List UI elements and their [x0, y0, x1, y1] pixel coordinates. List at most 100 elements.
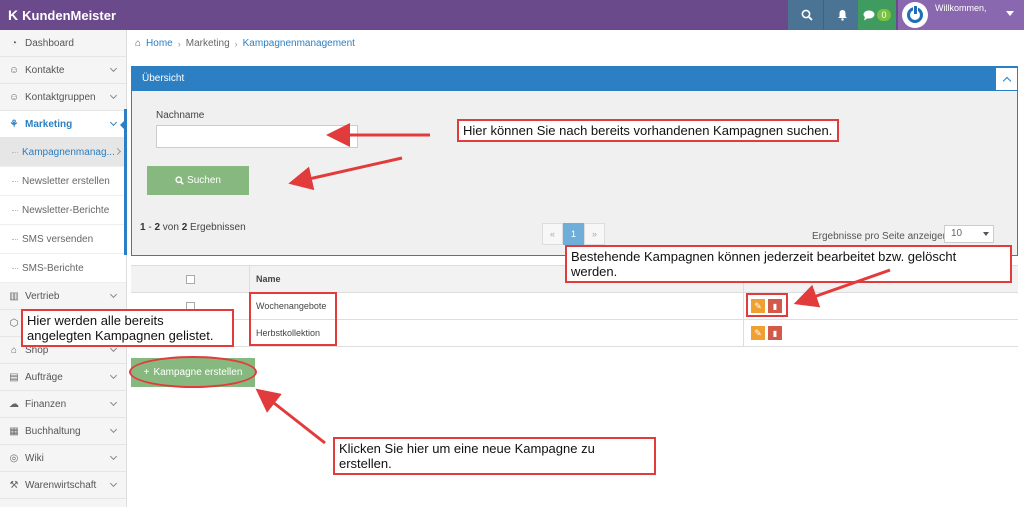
sidebar-subitem-newsletter-erstellen[interactable]: Newsletter erstellen: [0, 167, 126, 196]
collapse-button[interactable]: [995, 68, 1017, 90]
sidebar-item-label: Warenwirtschaft: [25, 479, 97, 491]
contacts-icon: ☺: [8, 64, 20, 76]
sidebar-item-auftraege[interactable]: ▤ Aufträge: [0, 364, 126, 391]
chevron-down-icon: [109, 452, 118, 461]
sidebar-subitem-kampagnenmanagement[interactable]: Kampagnenmanag...: [0, 138, 126, 167]
sidebar: ◔ Dashboard ☺ Kontakte ☺ Kontaktgruppen …: [0, 30, 127, 507]
sidebar-item-label: Vertrieb: [25, 290, 60, 302]
annotation-edit-hint: Bestehende Kampagnen können jederzeit be…: [565, 245, 1012, 283]
sidebar-item-warenwirtschaft[interactable]: ⚒ Warenwirtschaft: [0, 472, 126, 499]
per-page-value: 10: [951, 228, 963, 239]
results-from: 1: [140, 222, 146, 233]
orders-icon: ▤: [9, 371, 19, 383]
notifications-button[interactable]: [823, 0, 861, 30]
breadcrumb-marketing[interactable]: Marketing: [186, 38, 230, 49]
search-icon: [175, 176, 184, 185]
user-menu[interactable]: Willkommen,: [898, 0, 1024, 30]
sidebar-item-finanzen[interactable]: ☁ Finanzen: [0, 391, 126, 418]
sidebar-item-label: Wiki: [25, 452, 44, 464]
highlight-create-button: [129, 356, 257, 388]
sidebar-item-label: Finanzen: [25, 398, 67, 410]
sidebar-item-marketing[interactable]: ⚘ Marketing: [0, 111, 127, 138]
delete-button[interactable]: ▮: [768, 326, 782, 340]
select-all-cell: [131, 266, 250, 292]
sidebar-subitem-newsletter-berichte[interactable]: Newsletter-Berichte: [0, 196, 126, 225]
arrow-to-create-button: [255, 388, 326, 445]
tag-icon: ⌂: [10, 344, 18, 356]
panel-title: Übersicht: [142, 73, 185, 84]
overview-panel: Übersicht Nachname Suchen 1 - 2 von 2 Er…: [131, 66, 1018, 256]
chevron-down-icon: [109, 118, 118, 127]
bell-icon: [838, 10, 847, 21]
search-button[interactable]: [788, 0, 826, 30]
lastname-input[interactable]: [156, 125, 358, 148]
home-icon: ⌂: [135, 38, 142, 49]
chevron-right-icon: [113, 147, 122, 156]
sidebar-item-vertrieb[interactable]: ▥ Vertrieb: [0, 283, 126, 310]
welcome-text: Willkommen,: [935, 3, 987, 13]
search-submit-label: Suchen: [187, 175, 221, 186]
brand-logo[interactable]: K KundenMeister: [8, 7, 116, 23]
dashboard-icon: ◔: [10, 37, 18, 49]
chevron-down-icon: [109, 398, 118, 407]
trash-icon: ▮: [772, 328, 778, 338]
brand-k-icon: K: [8, 7, 19, 23]
sidebar-subitem-sms-berichte[interactable]: SMS-Berichte: [0, 254, 126, 283]
sidebar-item-wiki[interactable]: ◎ Wiki: [0, 445, 126, 472]
search-submit-button[interactable]: Suchen: [147, 166, 249, 195]
annotation-list-hint: Hier werden alle bereits angelegten Kamp…: [21, 309, 234, 347]
results-total: 2: [181, 222, 188, 233]
sidebar-subitem-label: SMS versenden: [22, 233, 94, 245]
chevron-down-icon: [109, 290, 118, 299]
select-all-checkbox[interactable]: [185, 274, 195, 284]
chevron-up-icon: [1002, 76, 1011, 85]
breadcrumb: ⌂ Home › Marketing › Kampagnenmanagement: [135, 38, 355, 49]
sidebar-subitem-sms-versenden[interactable]: SMS versenden: [0, 225, 126, 254]
sidebar-item-buchhaltung[interactable]: ▦ Buchhaltung: [0, 418, 126, 445]
annotation-search-hint: Hier können Sie nach bereits vorhandenen…: [457, 119, 839, 142]
edit-button[interactable]: ✎: [751, 326, 765, 340]
dropdown-arrow-icon: [983, 232, 989, 236]
sidebar-item-kontaktgruppen[interactable]: ☺ Kontaktgruppen: [0, 84, 126, 111]
pencil-icon: ✎: [754, 327, 762, 338]
pagination-prev[interactable]: «: [542, 223, 563, 245]
breadcrumb-current: Kampagnenmanagement: [242, 38, 355, 49]
pagination-page-1[interactable]: 1: [563, 223, 584, 245]
sidebar-item-kontakte[interactable]: ☺ Kontakte: [0, 57, 126, 84]
sidebar-item-label: Aufträge: [25, 371, 63, 383]
chevron-down-icon: [109, 479, 118, 488]
results-to: 2: [154, 222, 161, 233]
messages-button[interactable]: 0: [858, 0, 896, 30]
sidebar-item-label: Kontakte: [25, 64, 65, 76]
finance-icon: ☁: [9, 398, 19, 410]
search-icon: [801, 9, 813, 21]
caret-down-icon: [1006, 11, 1014, 16]
results-suffix: Ergebnissen: [190, 222, 246, 233]
pagination-next[interactable]: »: [584, 223, 605, 245]
per-page-label: Ergebnisse pro Seite anzeigen: [812, 231, 949, 242]
breadcrumb-home[interactable]: Home: [146, 38, 173, 49]
sidebar-item-label: Dashboard: [25, 37, 74, 49]
sales-icon: ▥: [9, 290, 19, 302]
messages-count-badge: 0: [877, 9, 891, 21]
results-of: von: [162, 222, 179, 233]
breadcrumb-separator-icon: ›: [234, 38, 238, 49]
chevron-down-icon: [109, 91, 118, 100]
sidebar-subitem-label: Newsletter erstellen: [22, 175, 110, 187]
power-icon: [902, 2, 928, 28]
highlight-campaign-names: [249, 292, 337, 346]
inventory-icon: ⚒: [9, 479, 19, 491]
panel-header: Übersicht: [132, 67, 1017, 91]
per-page-select[interactable]: 10: [944, 225, 994, 243]
annotation-create-hint: Klicken Sie hier um eine neue Kampagne z…: [333, 437, 656, 475]
sidebar-item-dashboard[interactable]: ◔ Dashboard: [0, 30, 126, 57]
brand-name: KundenMeister: [22, 7, 117, 23]
groups-icon: ☺: [8, 91, 20, 103]
marketing-icon: ⚘: [9, 118, 19, 130]
chat-icon: [863, 10, 875, 20]
highlight-row-actions: [746, 293, 788, 317]
top-bar: K KundenMeister 0 Willkommen,: [0, 0, 1024, 30]
chevron-down-icon: [109, 64, 118, 73]
breadcrumb-separator-icon: ›: [177, 38, 181, 49]
chevron-down-icon: [109, 371, 118, 380]
